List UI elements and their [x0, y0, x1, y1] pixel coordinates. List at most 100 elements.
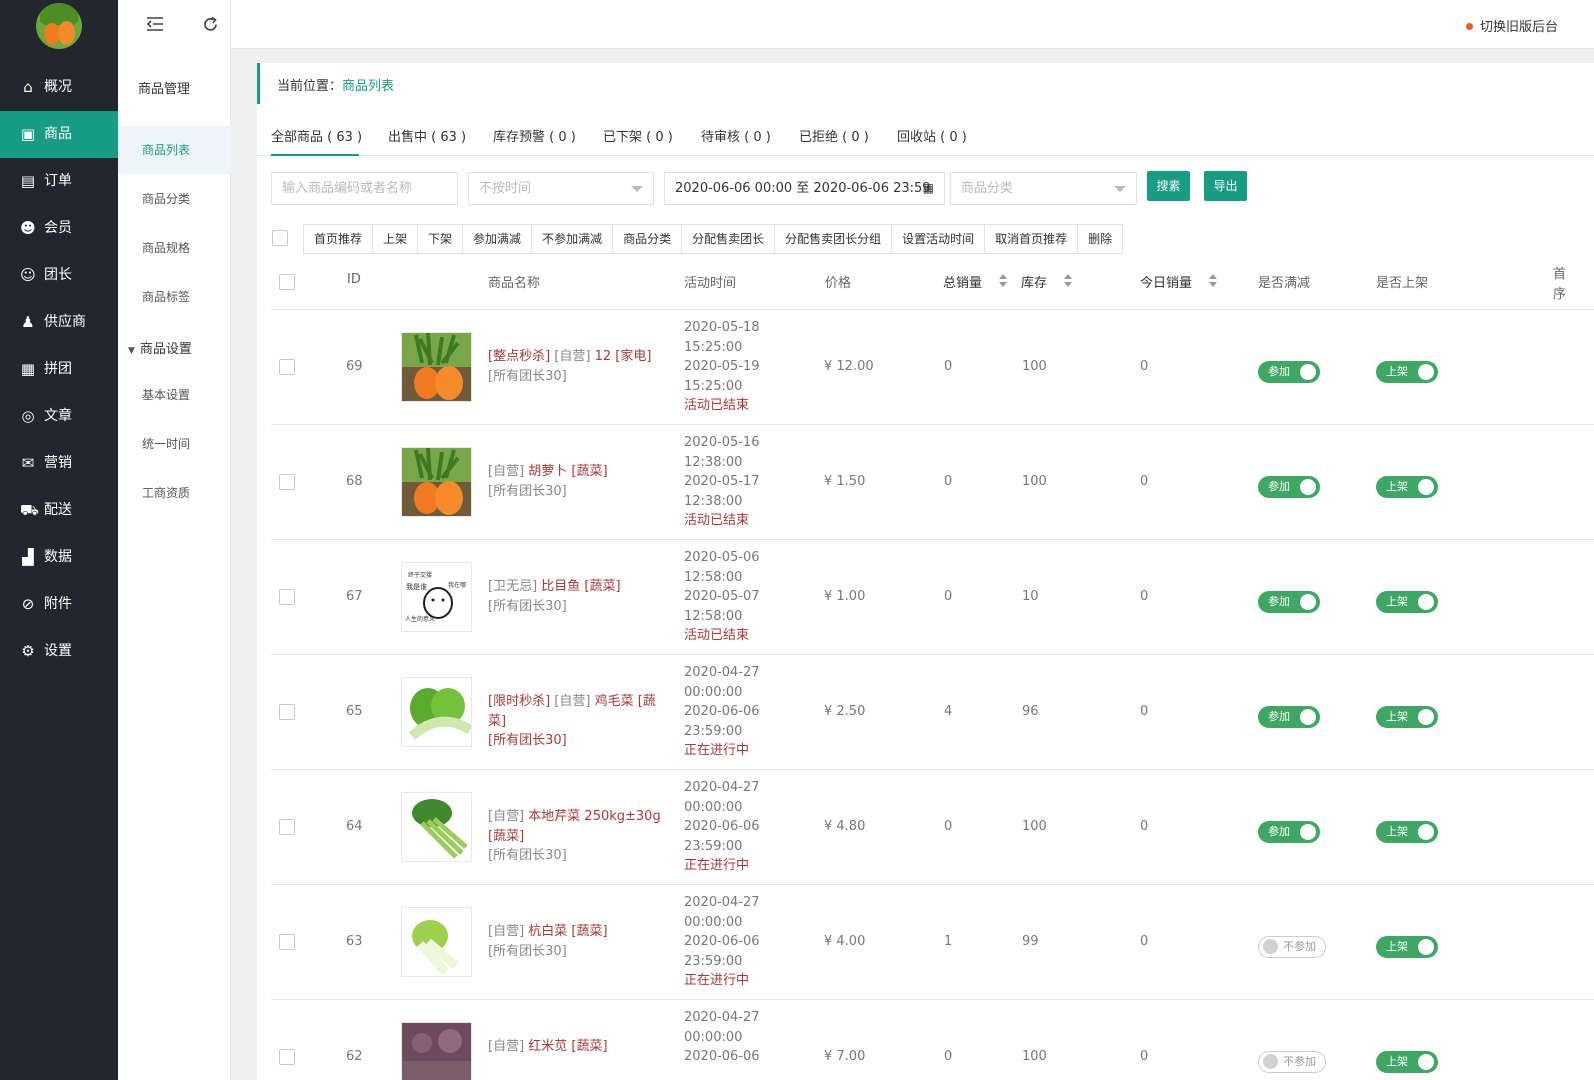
- subnav-item-business-license[interactable]: 工商资质: [118, 469, 231, 517]
- stock-value[interactable]: 100: [1022, 817, 1047, 837]
- nav-item-article[interactable]: ◎ 文章: [0, 393, 118, 440]
- subnav-item-product-spec[interactable]: 商品规格: [118, 224, 231, 272]
- discount-toggle[interactable]: 不参加: [1258, 1051, 1326, 1073]
- bulk-action-button[interactable]: 分配售卖团长: [682, 225, 776, 253]
- col-header-stock[interactable]: 库存: [1021, 272, 1047, 291]
- product-name-link[interactable]: 胡萝卜 [蔬菜]: [528, 464, 607, 479]
- stock-value[interactable]: 99: [1022, 932, 1039, 952]
- sort-sales-icon[interactable]: [999, 274, 1007, 288]
- tab-off-shelf[interactable]: 已下架 ( 0 ): [603, 126, 673, 145]
- nav-item-supplier[interactable]: ♟ 供应商: [0, 299, 118, 346]
- discount-toggle[interactable]: 参加: [1258, 706, 1320, 728]
- bulk-action-button[interactable]: 下架: [418, 225, 464, 253]
- nav-item-attachment[interactable]: ⊘ 附件: [0, 581, 118, 628]
- nav-item-settings[interactable]: ⚙ 设置: [0, 628, 118, 675]
- on-shelf-toggle[interactable]: 上架: [1376, 591, 1438, 613]
- tab-rejected[interactable]: 已拒绝 ( 0 ): [799, 126, 869, 145]
- nav-item-home[interactable]: ⌂ 概况: [0, 64, 118, 111]
- col-header-sales[interactable]: 总销量: [943, 272, 982, 291]
- bulk-select-checkbox[interactable]: [272, 230, 288, 246]
- refresh-icon[interactable]: [202, 16, 219, 33]
- product-thumbnail[interactable]: [401, 1022, 472, 1080]
- product-thumbnail[interactable]: [401, 447, 472, 517]
- on-shelf-toggle[interactable]: 上架: [1376, 361, 1438, 383]
- row-checkbox[interactable]: [279, 589, 295, 605]
- product-name-link[interactable]: 比目鱼 [蔬菜]: [541, 579, 620, 594]
- stock-value[interactable]: 100: [1022, 357, 1047, 377]
- subnav-item-product-tag[interactable]: 商品标签: [118, 273, 231, 321]
- tab-on-sale[interactable]: 出售中 ( 63 ): [388, 126, 466, 145]
- bulk-action-button[interactable]: 商品分类: [613, 225, 683, 253]
- discount-toggle[interactable]: 参加: [1258, 361, 1320, 383]
- row-checkbox[interactable]: [279, 704, 295, 720]
- bulk-action-button[interactable]: 不参加满减: [532, 225, 614, 253]
- subnav-item-basic-settings[interactable]: 基本设置: [118, 371, 231, 419]
- product-name-link[interactable]: 12 [家电]: [595, 349, 652, 364]
- discount-toggle[interactable]: 参加: [1258, 476, 1320, 498]
- select-all-checkbox[interactable]: [279, 274, 295, 290]
- on-shelf-toggle[interactable]: 上架: [1376, 706, 1438, 728]
- product-name-link[interactable]: 杭白菜 [蔬菜]: [528, 924, 607, 939]
- tab-pending[interactable]: 待审核 ( 0 ): [701, 126, 771, 145]
- product-thumbnail[interactable]: 终于交接 我是谁 我在哪 人生的意义: [401, 562, 472, 632]
- sort-today-sales-icon[interactable]: [1209, 274, 1217, 288]
- sort-stock-icon[interactable]: [1064, 274, 1072, 288]
- date-range-input[interactable]: 2020-06-06 00:00 至 2020-06-06 23:59 ▦: [664, 172, 945, 205]
- subnav-group-product-settings[interactable]: ▼ 商品设置: [128, 338, 192, 357]
- subnav-item-product-category[interactable]: 商品分类: [118, 175, 231, 223]
- row-checkbox[interactable]: [279, 474, 295, 490]
- bulk-action-button[interactable]: 设置活动时间: [892, 225, 986, 253]
- collapse-menu-icon[interactable]: [146, 16, 164, 32]
- stock-value[interactable]: 100: [1022, 472, 1047, 492]
- time-filter-select[interactable]: 不按时间: [468, 172, 654, 205]
- switch-old-admin-link[interactable]: 切换旧版后台: [1465, 16, 1558, 35]
- stock-value[interactable]: 96: [1022, 702, 1039, 722]
- nav-item-delivery[interactable]: ⛟ 配送: [0, 487, 118, 534]
- discount-toggle[interactable]: 参加: [1258, 821, 1320, 843]
- on-shelf-toggle[interactable]: 上架: [1376, 476, 1438, 498]
- on-shelf-toggle[interactable]: 上架: [1376, 936, 1438, 958]
- nav-item-data[interactable]: ▟ 数据: [0, 534, 118, 581]
- row-checkbox[interactable]: [279, 934, 295, 950]
- product-thumbnail[interactable]: [401, 907, 472, 977]
- product-thumbnail[interactable]: [401, 332, 472, 402]
- product-thumbnail[interactable]: [401, 677, 472, 747]
- on-shelf-toggle[interactable]: 上架: [1376, 1051, 1438, 1073]
- tab-all[interactable]: 全部商品 ( 63 ): [271, 126, 362, 145]
- row-checkbox[interactable]: [279, 1049, 295, 1065]
- bulk-action-button[interactable]: 取消首页推荐: [985, 225, 1079, 253]
- bulk-action-button[interactable]: 删除: [1078, 225, 1122, 253]
- discount-toggle[interactable]: 参加: [1258, 591, 1320, 613]
- nav-item-marketing[interactable]: ✉ 营销: [0, 440, 118, 487]
- bulk-action-button[interactable]: 参加满减: [463, 225, 533, 253]
- bulk-action-button[interactable]: 上架: [373, 225, 419, 253]
- tab-recycle-bin[interactable]: 回收站 ( 0 ): [897, 126, 967, 145]
- nav-item-members[interactable]: ☻ 会员: [0, 205, 118, 252]
- row-checkbox[interactable]: [279, 359, 295, 375]
- discount-toggle[interactable]: 不参加: [1258, 936, 1326, 958]
- category-select[interactable]: 商品分类: [950, 172, 1137, 205]
- search-input[interactable]: 输入商品编码或者名称: [271, 172, 458, 205]
- bulk-action-button[interactable]: 首页推荐: [304, 225, 374, 253]
- row-checkbox[interactable]: [279, 819, 295, 835]
- on-shelf-toggle[interactable]: 上架: [1376, 821, 1438, 843]
- bulk-action-button[interactable]: 分配售卖团长分组: [775, 225, 893, 253]
- tab-stock-alert[interactable]: 库存预警 ( 0 ): [493, 126, 576, 145]
- col-header-today-sales[interactable]: 今日销量: [1140, 272, 1192, 291]
- nav-item-label: 商品: [44, 126, 72, 142]
- subnav-item-unified-time[interactable]: 统一时间: [118, 420, 231, 468]
- nav-item-group-buy[interactable]: ▦ 拼团: [0, 346, 118, 393]
- stock-value[interactable]: 10: [1022, 587, 1039, 607]
- nav-item-leader[interactable]: ☺ 团长: [0, 252, 118, 299]
- logo-avatar[interactable]: [36, 3, 82, 49]
- breadcrumb-current[interactable]: 商品列表: [342, 79, 394, 94]
- product-thumbnail[interactable]: [401, 792, 472, 862]
- stock-value[interactable]: 100: [1022, 1047, 1047, 1067]
- subnav-item-product-list[interactable]: 商品列表: [118, 126, 231, 174]
- start-date: 2020-05-16: [684, 435, 760, 450]
- nav-item-product[interactable]: ▣ 商品: [0, 111, 118, 158]
- nav-item-order[interactable]: ▤ 订单: [0, 158, 118, 205]
- search-button[interactable]: 搜素: [1147, 171, 1190, 201]
- export-button[interactable]: 导出: [1204, 171, 1247, 201]
- product-name-link[interactable]: 红米苋 [蔬菜]: [528, 1039, 607, 1054]
